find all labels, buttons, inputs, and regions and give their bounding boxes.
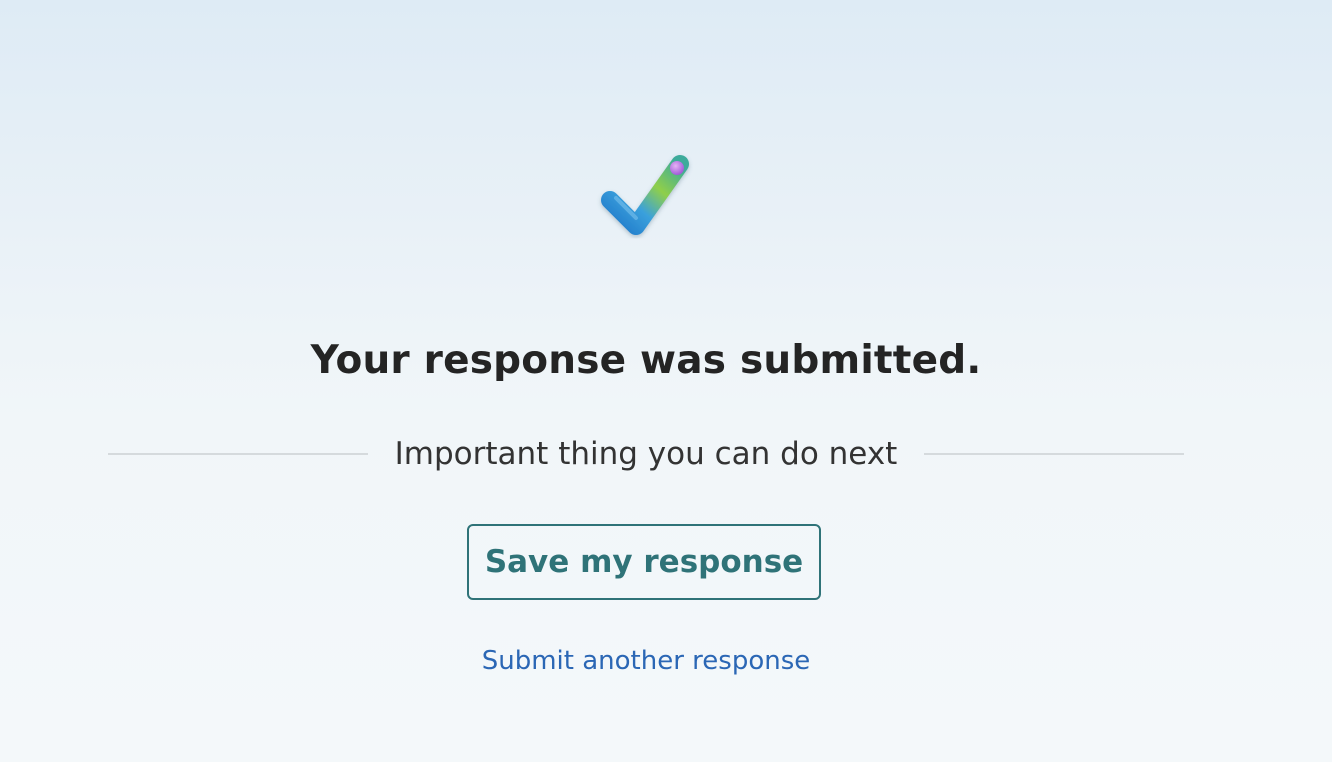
next-steps-divider: Important thing you can do next [108, 434, 1184, 474]
confirmation-page: Your response was submitted. Important t… [0, 0, 1332, 762]
save-response-button[interactable]: Save my response [467, 524, 821, 600]
page-title: Your response was submitted. [310, 338, 982, 383]
submit-another-response-link[interactable]: Submit another response [0, 646, 1292, 676]
divider-line-left [108, 453, 368, 455]
divider-line-right [924, 453, 1184, 455]
next-steps-heading: Important thing you can do next [394, 436, 898, 472]
check-icon [601, 155, 689, 235]
